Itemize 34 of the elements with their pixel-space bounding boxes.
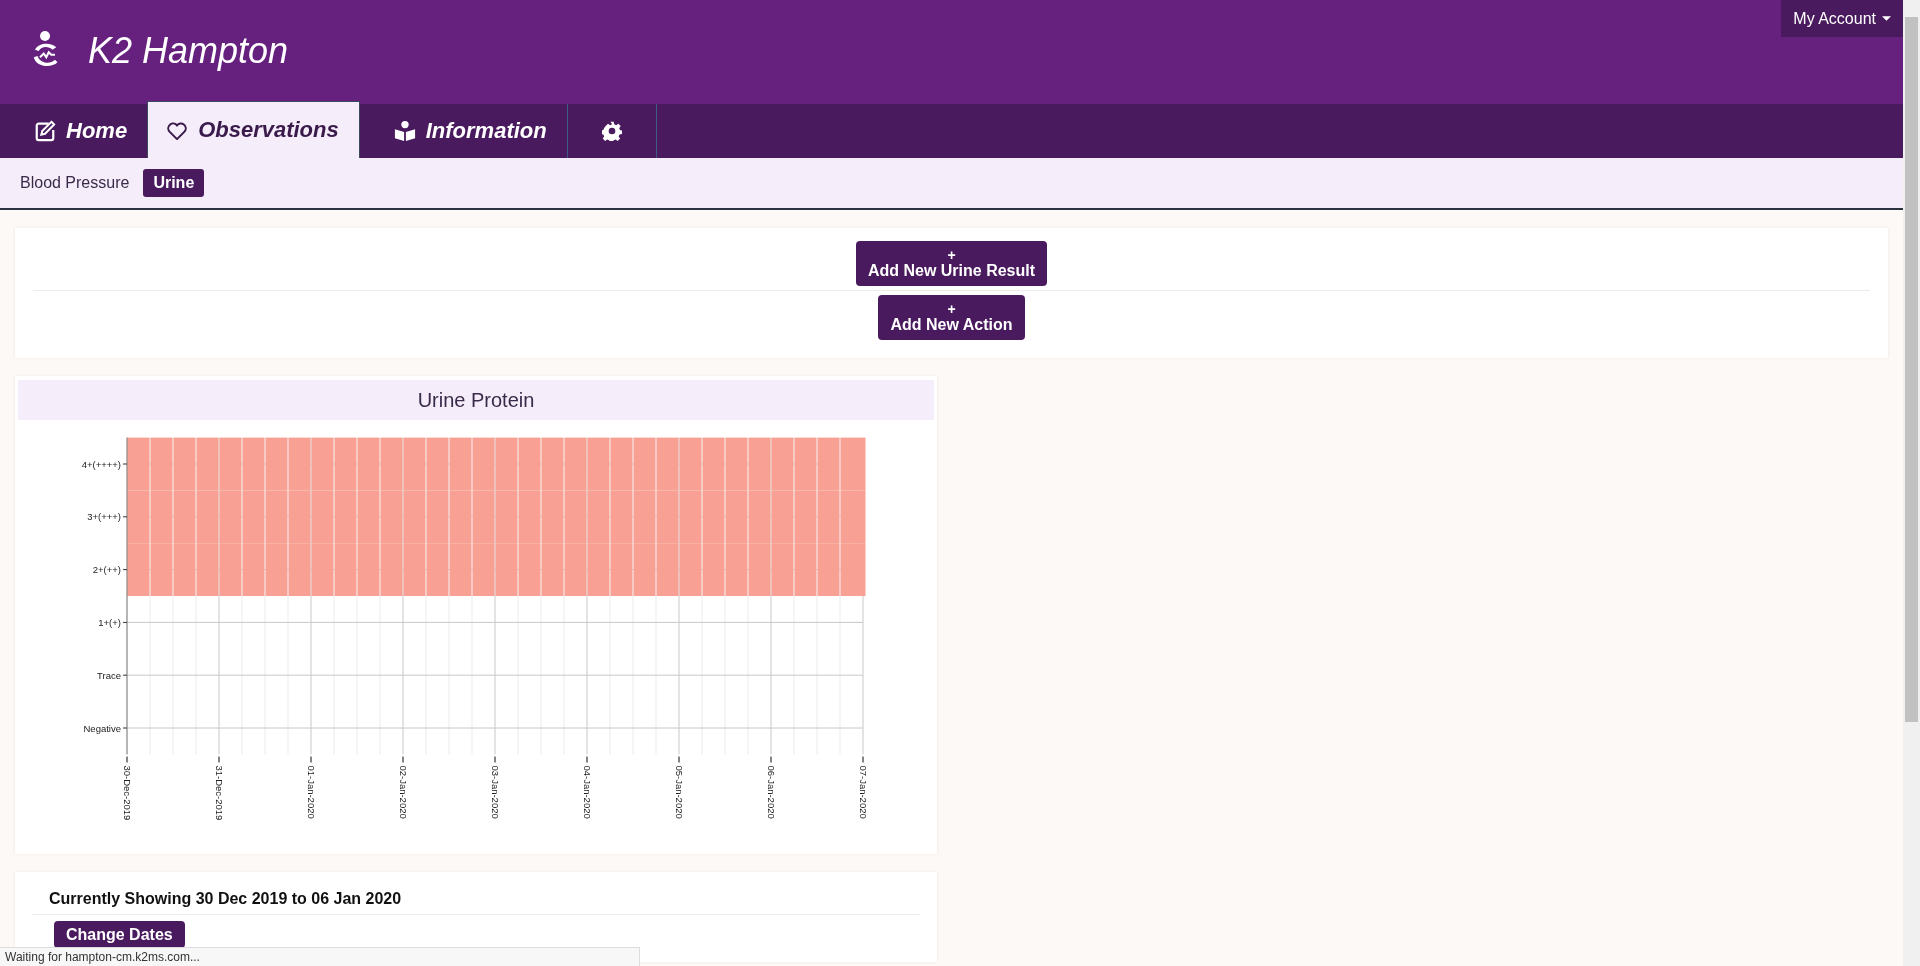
heart-icon xyxy=(166,120,189,140)
axis-label: 30-Dec-2019 xyxy=(122,765,133,821)
axis-label: 03-Jan-2020 xyxy=(490,765,501,819)
axis-label: 3+(+++) xyxy=(87,511,121,523)
axis-label: 04-Jan-2020 xyxy=(582,765,593,819)
axis-label: 4+(++++) xyxy=(81,458,121,470)
sub-tab[interactable]: Blood Pressure xyxy=(16,170,134,196)
change-dates-button[interactable]: Change Dates xyxy=(54,921,185,948)
date-range-text: Currently Showing 30 Dec 2019 to 06 Jan 2020 xyxy=(48,890,402,908)
sub-tab[interactable]: Urine xyxy=(143,169,205,197)
nav-tab[interactable]: Observations xyxy=(147,101,360,158)
axis-label: 05-Jan-2020 xyxy=(674,765,685,819)
axis-label: 31-Dec-2019 xyxy=(214,765,225,821)
scrollbar-thumb[interactable] xyxy=(1905,17,1918,722)
axis-label: 02-Jan-2020 xyxy=(398,765,409,819)
app-title: K2 Hampton xyxy=(88,30,289,72)
axis-label: 1+(+) xyxy=(98,616,121,628)
add-button[interactable]: + Add New Action xyxy=(878,295,1025,340)
account-menu[interactable]: My Account xyxy=(1781,0,1903,37)
axis-label: Trace xyxy=(97,669,121,681)
caret-icon xyxy=(1882,16,1891,21)
axis-label: 06-Jan-2020 xyxy=(766,765,777,819)
axis-label: 01-Jan-2020 xyxy=(306,765,317,819)
reading-person-icon xyxy=(393,120,416,142)
settings-icon xyxy=(601,121,622,141)
status-bar: Waiting for hampton-cm.k2ms.com... xyxy=(0,947,640,966)
axis-label: 07-Jan-2020 xyxy=(858,765,869,819)
add-button[interactable]: + Add New Urine Result xyxy=(855,241,1048,286)
scrollbar[interactable] xyxy=(1903,0,1920,966)
chart-title: Urine Protein xyxy=(18,380,934,420)
axis-label: 2+(++) xyxy=(92,564,121,576)
edit-icon xyxy=(34,120,56,142)
nav-tab[interactable]: Home xyxy=(0,104,148,158)
axis-label: Negative xyxy=(83,722,121,734)
